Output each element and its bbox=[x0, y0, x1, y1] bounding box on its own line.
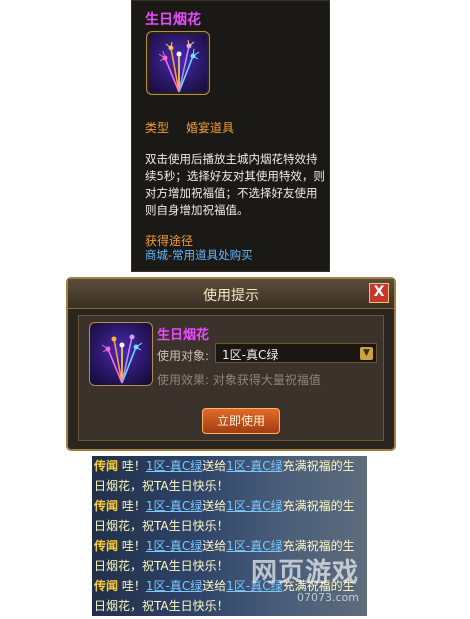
chat-tag: 传闻 bbox=[94, 579, 119, 593]
chat-tag: 传闻 bbox=[94, 499, 119, 513]
player-link[interactable]: 1区-真C绿 bbox=[146, 539, 202, 553]
chat-text: 哇！ bbox=[121, 499, 146, 513]
chat-text: 哇！ bbox=[121, 459, 146, 473]
dialog-title: 使用提示 bbox=[203, 288, 259, 304]
chat-message: 传闻 哇！1区-真C绿送给1区-真C绿充满祝福的生日烟花，祝TA生日快乐！ bbox=[94, 456, 366, 496]
dialog-body: 生日烟花 使用对象: 1区-真C绿 ▼ 使用效果: 对象获得大量祝福值 立即使用 bbox=[78, 315, 384, 441]
chat-panel: 传闻 哇！1区-真C绿送给1区-真C绿充满祝福的生日烟花，祝TA生日快乐！ 传闻… bbox=[92, 456, 367, 616]
dialog-item-name: 生日烟花 bbox=[157, 328, 210, 343]
chat-tag: 传闻 bbox=[94, 459, 119, 473]
item-title: 生日烟花 bbox=[145, 12, 201, 28]
use-now-button[interactable]: 立即使用 bbox=[202, 408, 280, 434]
chat-text: 送给 bbox=[202, 539, 227, 553]
target-select-value: 1区-真C绿 bbox=[222, 348, 279, 362]
effect-text: 使用效果: 对象获得大量祝福值 bbox=[157, 373, 321, 387]
use-prompt-dialog: 使用提示 X 生日烟花 使用对象: 1区-真C绿 ▼ 使用效果: 对象获得大量祝… bbox=[66, 277, 396, 451]
item-tooltip: 生日烟花 类型婚宴道具 双击使用后播放主城内烟花特效持续5秒；选择好友对其使用特… bbox=[131, 0, 330, 272]
player-link[interactable]: 1区-真C绿 bbox=[226, 539, 282, 553]
player-link[interactable]: 1区-真C绿 bbox=[146, 459, 202, 473]
source-value: 商城-常用道具处购买 bbox=[145, 248, 253, 262]
chevron-down-icon[interactable]: ▼ bbox=[360, 347, 373, 360]
close-button[interactable]: X bbox=[369, 283, 389, 303]
chat-text: 哇！ bbox=[121, 579, 146, 593]
chat-text: 哇！ bbox=[121, 539, 146, 553]
item-type-row: 类型 婚宴道具 bbox=[145, 119, 251, 136]
item-type-value: 婚宴道具 bbox=[186, 121, 235, 135]
dialog-titlebar: 使用提示 X bbox=[68, 279, 394, 309]
fireworks-icon bbox=[146, 31, 210, 95]
target-select[interactable]: 1区-真C绿 ▼ bbox=[215, 343, 377, 363]
player-link[interactable]: 1区-真C绿 bbox=[146, 579, 202, 593]
player-link[interactable]: 1区-真C绿 bbox=[146, 499, 202, 513]
chat-text: 送给 bbox=[202, 459, 227, 473]
player-link[interactable]: 1区-真C绿 bbox=[226, 499, 282, 513]
player-link[interactable]: 1区-真C绿 bbox=[226, 459, 282, 473]
chat-tag: 传闻 bbox=[94, 539, 119, 553]
item-type-label: 类型 bbox=[145, 121, 170, 135]
watermark-sub: 07073.com bbox=[297, 591, 359, 604]
chat-message: 传闻 哇！1区-真C绿送给1区-真C绿充满祝福的生日烟花，祝TA生日快乐！ bbox=[94, 496, 366, 536]
watermark-main: 网页游戏 bbox=[250, 558, 359, 588]
target-label: 使用对象: bbox=[157, 349, 210, 363]
chat-text: 送给 bbox=[202, 499, 227, 513]
item-description: 双击使用后播放主城内烟花特效持续5秒；选择好友对其使用特效，则对方增加祝福值；不… bbox=[145, 152, 325, 217]
fireworks-icon bbox=[89, 322, 153, 386]
site-watermark: 网页游戏 07073.com bbox=[209, 552, 359, 612]
